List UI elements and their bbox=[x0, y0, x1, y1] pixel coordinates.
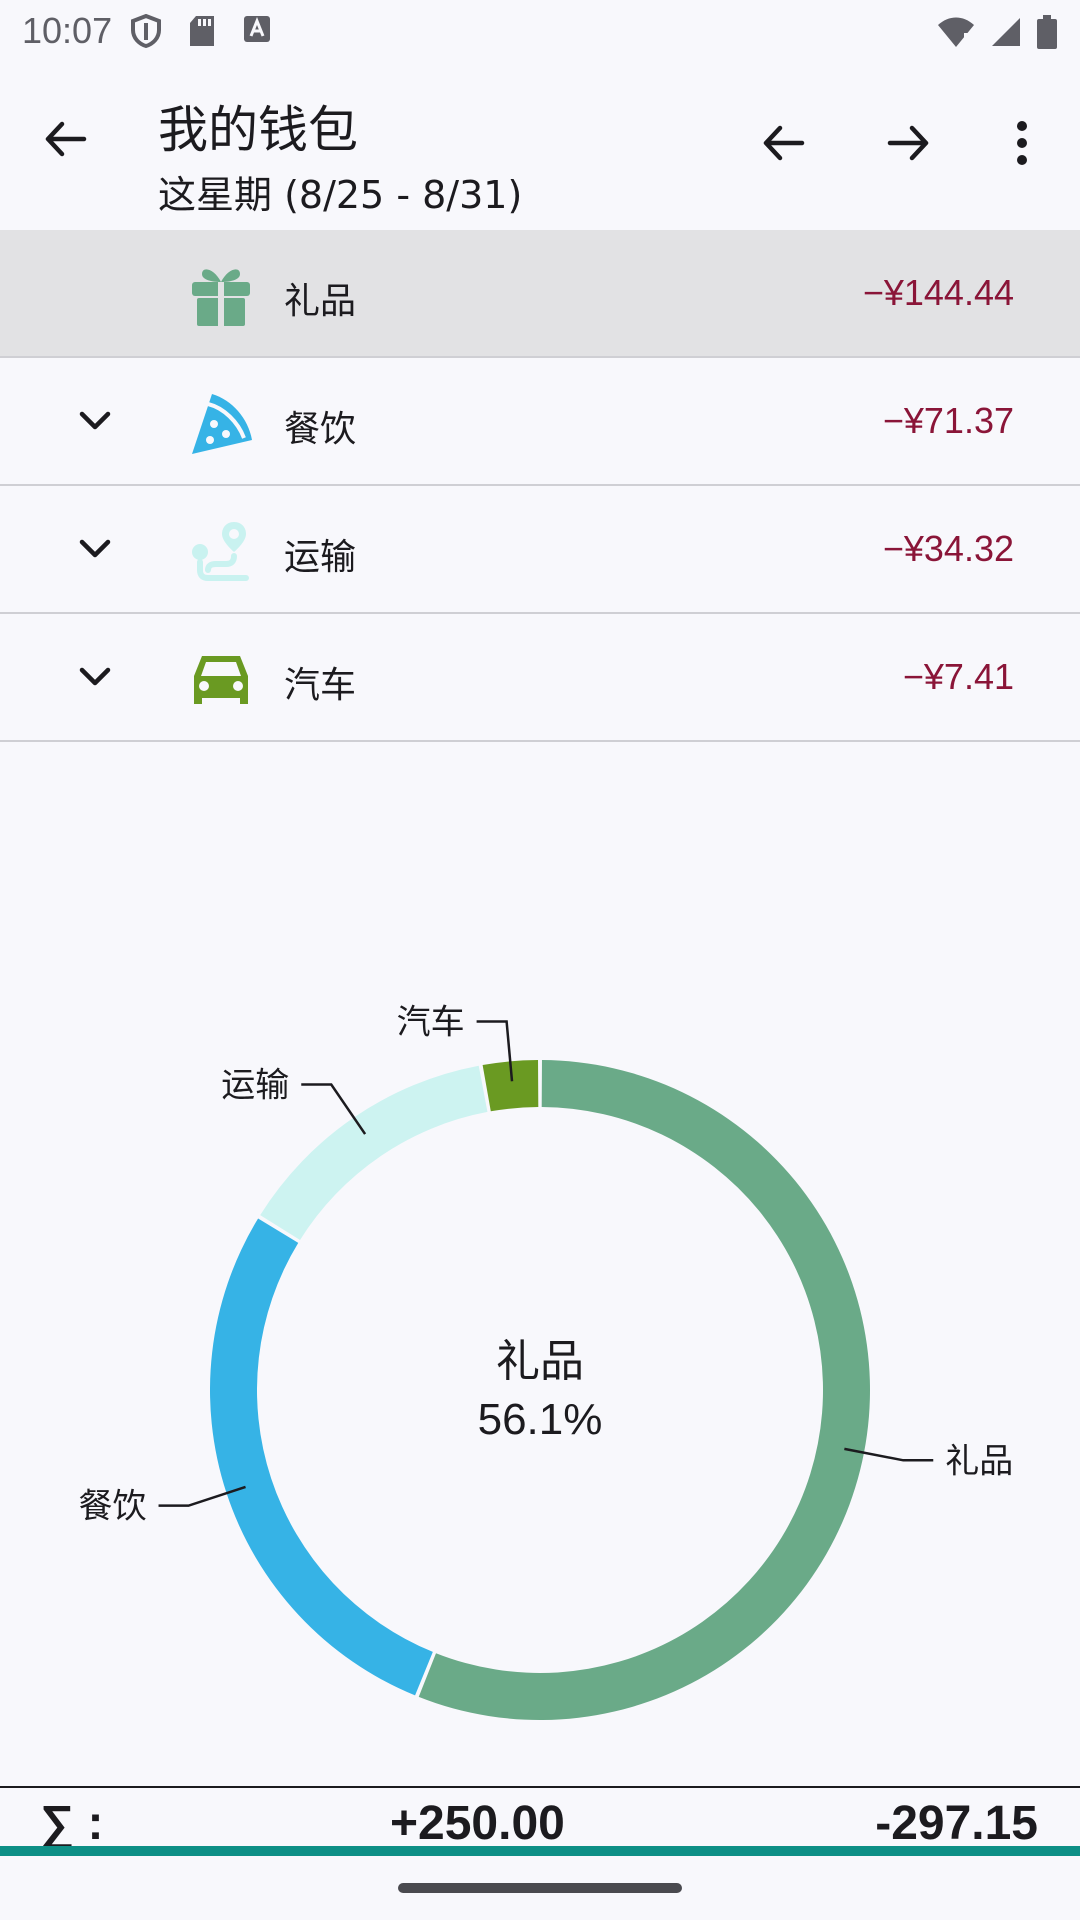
chevron-down-icon[interactable] bbox=[76, 530, 114, 568]
next-period-button[interactable] bbox=[884, 118, 934, 168]
period-subtitle: 这星期 (8/25 - 8/31) bbox=[158, 173, 523, 217]
gesture-nav-handle[interactable] bbox=[398, 1883, 682, 1893]
category-name: 礼品 bbox=[284, 281, 357, 322]
chart-center-value: 56.1% bbox=[478, 1395, 603, 1444]
category-row-transport[interactable]: 运输 −¥34.32 bbox=[0, 486, 1080, 614]
category-row-gift[interactable]: 礼品 −¥144.44 bbox=[0, 230, 1080, 358]
category-list: 礼品 −¥144.44 餐饮 −¥71.37 运输 −¥34.32 汽车 −¥7… bbox=[0, 230, 1080, 742]
pie-slice[interactable] bbox=[260, 1065, 488, 1240]
category-row-car[interactable]: 汽车 −¥7.41 bbox=[0, 614, 1080, 742]
totals-bar: ∑ : +250.00 -297.15 bbox=[0, 1786, 1080, 1850]
battery-icon bbox=[1037, 15, 1057, 49]
pie-slice[interactable] bbox=[418, 1060, 870, 1720]
pie-slice-label: 餐饮 bbox=[79, 1487, 147, 1527]
pie-slice[interactable] bbox=[209, 1218, 433, 1696]
page-title: 我的钱包 bbox=[158, 101, 358, 159]
status-bar: 10:07 bbox=[0, 0, 1080, 64]
category-amount: −¥144.44 bbox=[862, 272, 1014, 313]
keyboard-a-icon bbox=[244, 16, 270, 42]
route-icon bbox=[192, 522, 249, 581]
category-amount: −¥7.41 bbox=[902, 656, 1014, 697]
income-total: +250.00 bbox=[390, 1797, 565, 1850]
chart-center-label: 礼品 bbox=[496, 1336, 584, 1387]
category-name: 餐饮 bbox=[284, 409, 357, 450]
chevron-down-icon[interactable] bbox=[76, 658, 114, 696]
pie-slice-label: 运输 bbox=[221, 1066, 289, 1106]
category-donut-chart: 礼品餐饮 运输 汽车 礼品 56.1% bbox=[79, 1003, 1013, 1720]
category-amount: −¥71.37 bbox=[882, 400, 1014, 441]
pie-slice-label: 汽车 bbox=[397, 1003, 465, 1043]
category-row-dining[interactable]: 餐饮 −¥71.37 bbox=[0, 358, 1080, 486]
car-icon bbox=[194, 656, 248, 704]
signal-icon bbox=[992, 18, 1020, 46]
status-time: 10:07 bbox=[22, 10, 113, 51]
more-options-icon[interactable] bbox=[1000, 118, 1044, 168]
accent-bar bbox=[0, 1846, 1080, 1856]
sd-card-icon bbox=[190, 16, 214, 46]
gift-icon bbox=[192, 269, 250, 326]
category-name: 运输 bbox=[284, 537, 357, 578]
pie-slice-label: 礼品 bbox=[945, 1441, 1013, 1481]
pizza-icon bbox=[192, 394, 252, 454]
sum-symbol: ∑ : bbox=[40, 1797, 104, 1850]
expense-total: -297.15 bbox=[875, 1797, 1038, 1850]
previous-period-button[interactable] bbox=[758, 118, 808, 168]
chevron-down-icon[interactable] bbox=[76, 402, 114, 440]
category-name: 汽车 bbox=[284, 665, 357, 706]
wifi-icon bbox=[938, 17, 974, 49]
shield-icon bbox=[131, 14, 161, 48]
back-arrow-icon[interactable] bbox=[40, 114, 90, 164]
top-app-bar: 我的钱包 这星期 (8/25 - 8/31) bbox=[0, 64, 1080, 230]
category-amount: −¥34.32 bbox=[882, 528, 1014, 569]
